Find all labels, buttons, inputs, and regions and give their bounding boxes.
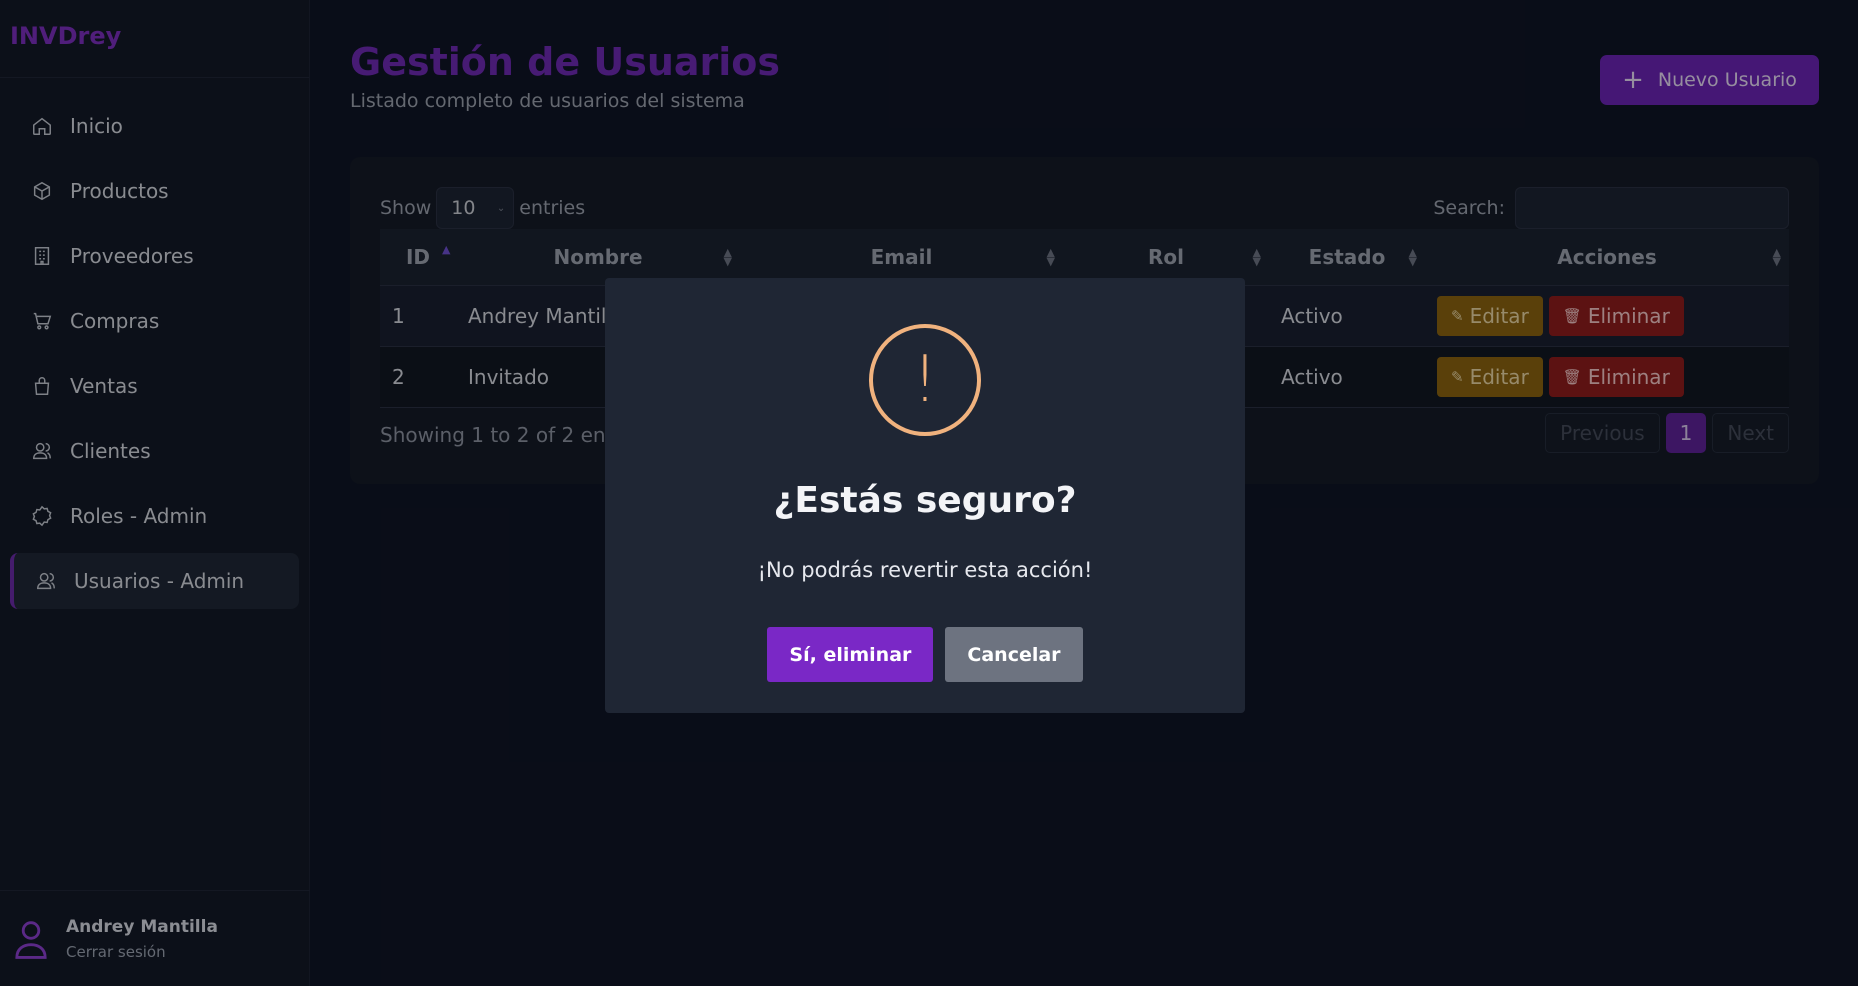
- dialog-title: ¿Estás seguro?: [773, 480, 1077, 521]
- confirm-delete-button[interactable]: Sí, eliminar: [767, 627, 934, 682]
- warning-icon: !: [869, 324, 981, 436]
- dialog-message: ¡No podrás revertir esta acción!: [757, 558, 1093, 582]
- confirm-delete-dialog: ! ¿Estás seguro? ¡No podrás revertir est…: [605, 278, 1245, 713]
- cancel-button[interactable]: Cancelar: [945, 627, 1083, 682]
- dialog-actions: Sí, eliminar Cancelar: [605, 627, 1245, 682]
